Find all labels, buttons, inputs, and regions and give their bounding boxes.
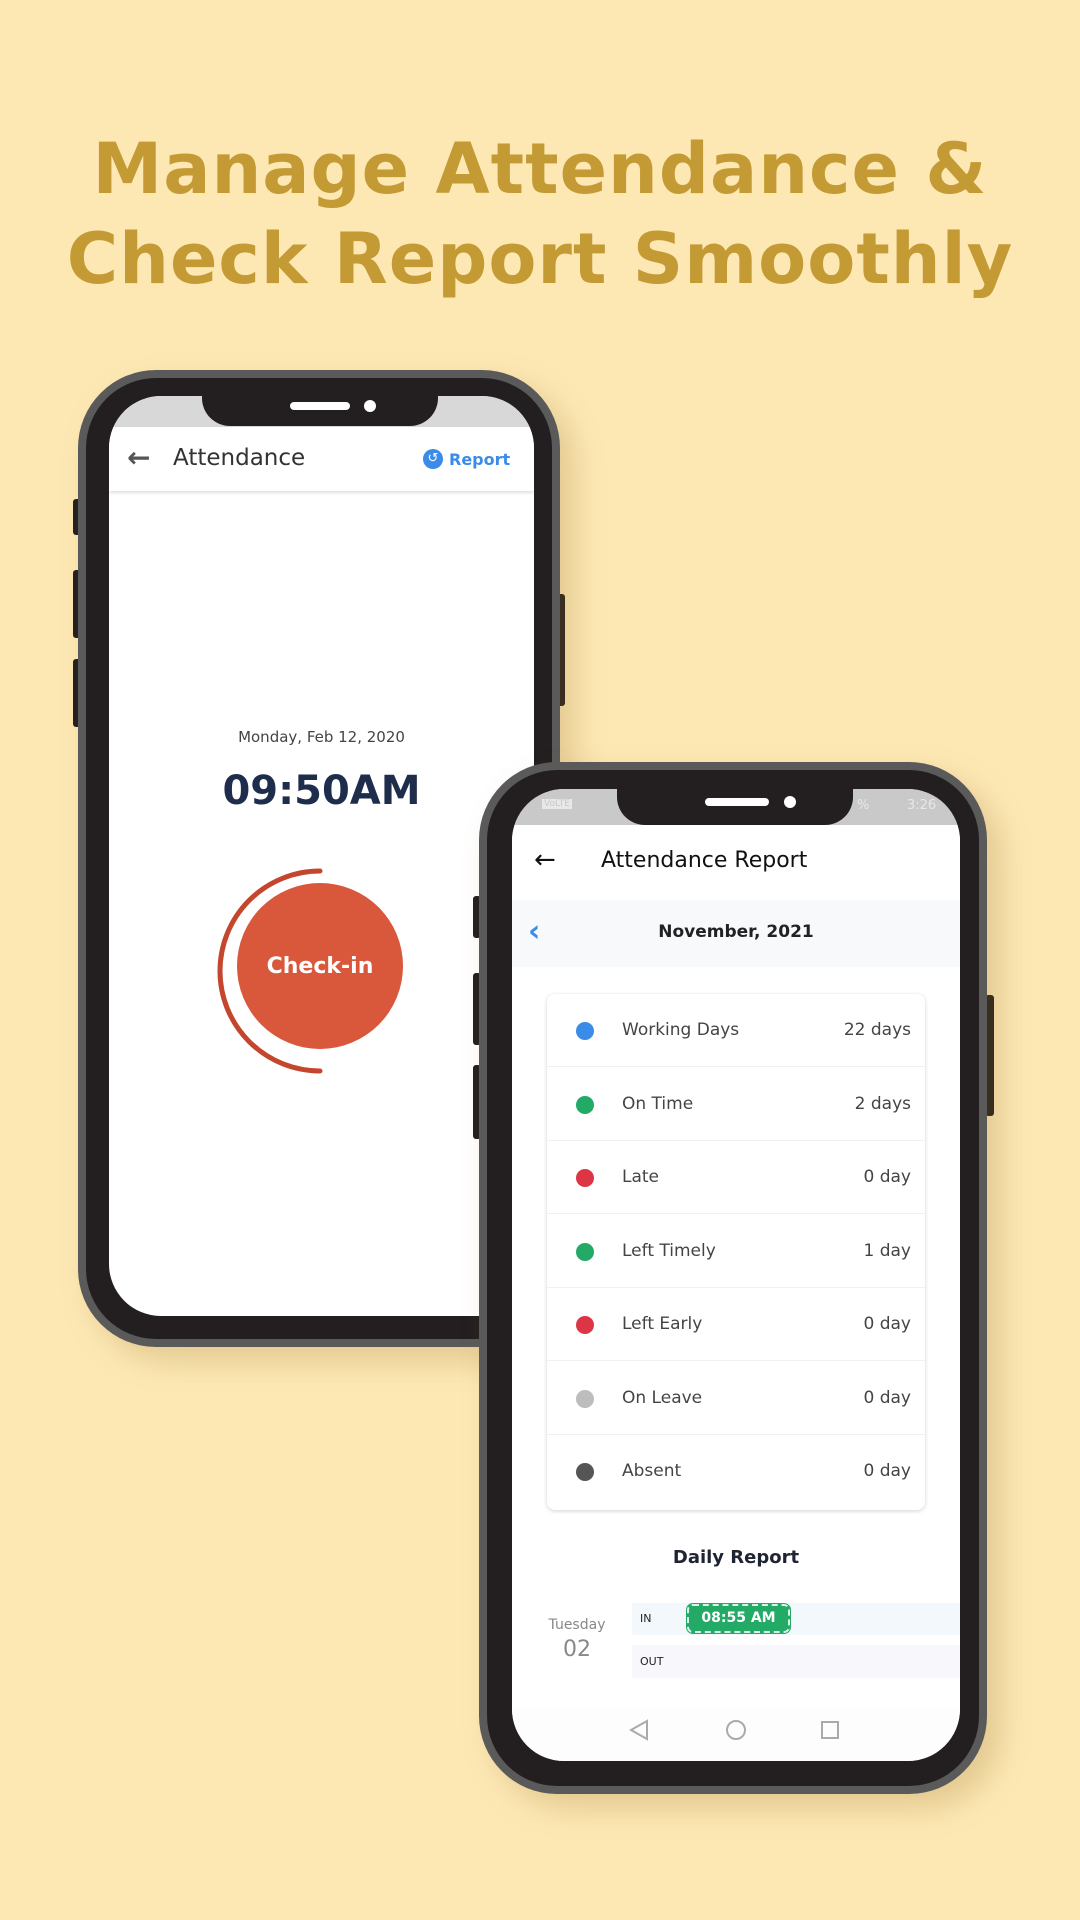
summary-row: Absent 0 day [547,1435,925,1508]
status-battery: % [857,798,870,813]
report-label: Report [449,449,511,469]
summary-label: Left Timely [622,1240,716,1261]
status-dot-icon [576,1095,594,1114]
headline-line1: Manage Attendance & [92,128,988,210]
summary-value: 22 days [843,1020,911,1040]
checkin-button[interactable]: Check-in [237,883,403,1049]
summary-label: On Leave [622,1387,703,1408]
nav-bar [512,1707,960,1761]
day-date: 02 [563,1637,591,1662]
history-icon: ↺ [423,449,443,469]
current-time: 09:50AM [222,768,421,814]
summary-label: Absent [622,1461,682,1481]
daily-report-title: Daily Report [672,1547,800,1568]
summary-row: Left Early 0 day [547,1288,925,1361]
summary-value: 0 day [863,1314,912,1334]
status-dot-icon [576,1389,594,1408]
in-row: IN 08:55 AM [632,1603,960,1635]
arrow-left-icon[interactable]: ← [127,441,150,474]
notch [617,789,853,825]
report-screen: VoLTE % 3:26 ← Attendance Report ‹ Novem… [512,789,960,1761]
day-name: Tuesday [548,1617,606,1633]
status-dot-icon [576,1242,594,1261]
summary-value: 2 days [854,1093,911,1114]
app-header: ← Attendance Report [512,825,960,900]
checkin-label: Check-in [266,953,374,979]
summary-row: Late 0 day [547,1141,925,1214]
status-time: 3:26 [907,798,937,813]
page-title: Attendance [173,445,306,471]
summary-card: Working Days 22 days On Time 2 days Late 0 da… [547,994,925,1510]
summary-row: On Time 2 days [547,1068,925,1141]
summary-value: 0 day [863,1387,912,1408]
in-time-badge[interactable]: 08:55 AM [686,1603,791,1634]
triangle-back-icon[interactable] [629,1719,649,1741]
notch [202,396,438,426]
page-title: Attendance Report [601,848,808,873]
app-header: ← Attendance ↺ Report [109,427,534,491]
out-label: OUT [640,1655,664,1668]
arrow-left-icon[interactable]: ← [534,845,556,875]
month-label: November, 2021 [658,922,814,942]
summary-label: On Time [622,1093,694,1114]
square-recent-icon[interactable] [820,1720,840,1740]
status-dot-icon [576,1022,594,1040]
report-button[interactable]: ↺ Report [423,449,510,469]
status-dot-icon [576,1316,594,1334]
summary-row: Working Days 22 days [547,994,925,1067]
summary-row: Left Timely 1 day [547,1215,925,1288]
circle-home-icon[interactable] [725,1719,747,1741]
current-date: Monday, Feb 12, 2020 [238,728,405,746]
summary-row: On Leave 0 day [547,1362,925,1435]
out-row: OUT [632,1645,960,1678]
summary-label: Working Days [622,1020,740,1040]
phone-report: VoLTE % 3:26 ← Attendance Report ‹ Novem… [479,762,987,1794]
summary-label: Late [622,1167,660,1187]
summary-value: 0 day [863,1461,912,1481]
headline-line2: Check Report Smoothly [66,218,1014,300]
month-bar: ‹ November, 2021 [512,900,960,967]
in-label: IN [640,1612,652,1625]
summary-value: 1 day [863,1240,912,1261]
attendance-screen: ← Attendance ↺ Report Monday, Feb 12, 20… [109,396,534,1316]
status-dot-icon [576,1463,594,1481]
summary-label: Left Early [622,1314,703,1334]
status-network: VoLTE [542,799,572,809]
summary-value: 0 day [863,1167,912,1187]
status-dot-icon [576,1169,594,1187]
